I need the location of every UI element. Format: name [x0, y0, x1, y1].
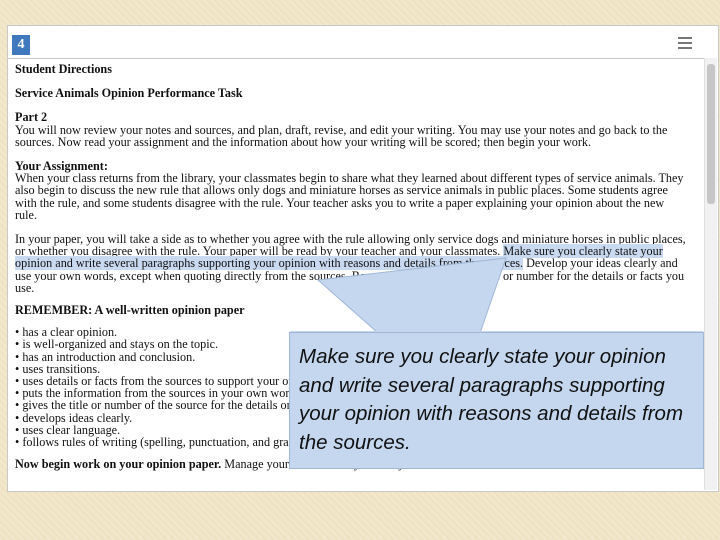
callout-box: Make sure you clearly state your opinion… [289, 332, 704, 469]
